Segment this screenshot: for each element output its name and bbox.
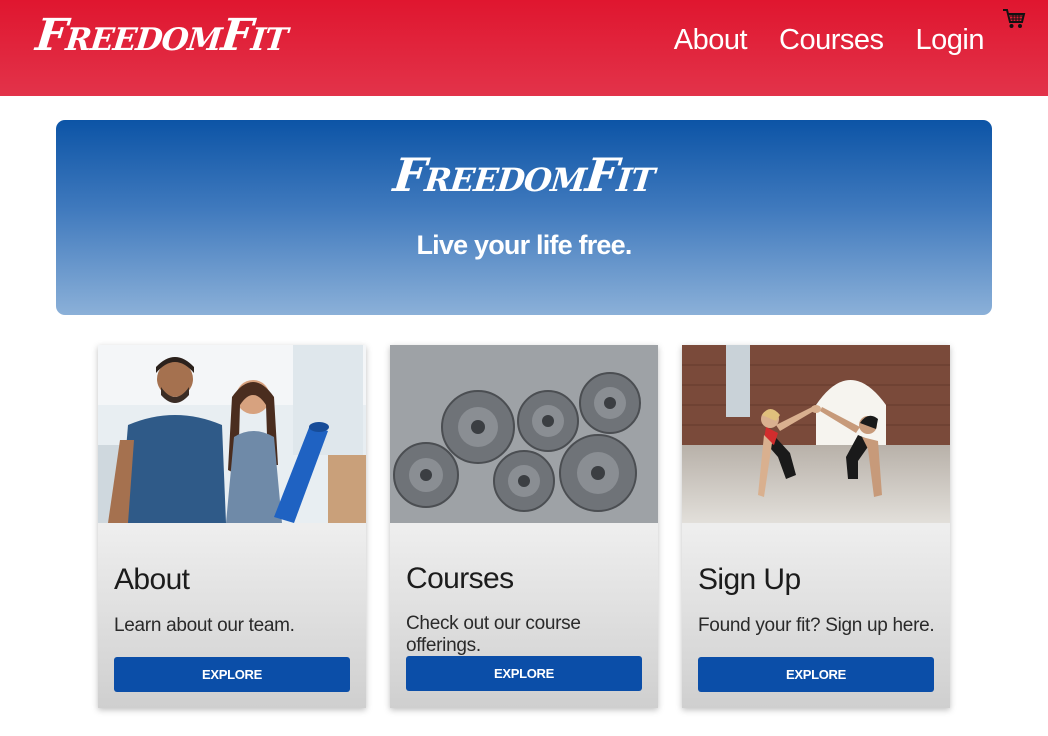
- card-text: Check out our course offerings.: [406, 613, 581, 656]
- explore-courses-button[interactable]: EXPLORE: [406, 656, 642, 691]
- card-title: Sign Up: [698, 563, 801, 596]
- navbar: FreedomFit About Courses Login: [0, 0, 1048, 96]
- couple-with-yoga-mat-photo: [98, 345, 366, 523]
- hero-title: FreedomFit: [390, 148, 658, 202]
- card-sign-up: Sign Up Found your fit? Sign up here. EX…: [682, 345, 950, 708]
- nav-link-about[interactable]: About: [674, 24, 748, 57]
- card-courses: Courses Check out our course offerings. …: [390, 345, 658, 708]
- card-text: Found your fit? Sign up here.: [698, 615, 935, 636]
- women-high-five-plank-photo: [682, 345, 950, 523]
- weight-plates-photo: [390, 345, 658, 523]
- card-title: About: [114, 563, 190, 596]
- hero-banner: FreedomFit Live your life free.: [56, 120, 992, 315]
- nav-links: About Courses Login: [674, 24, 985, 57]
- explore-sign-up-button[interactable]: EXPLORE: [698, 657, 934, 692]
- nav-link-courses[interactable]: Courses: [779, 24, 884, 57]
- card-title: Courses: [406, 562, 514, 595]
- explore-about-button[interactable]: EXPLORE: [114, 657, 350, 692]
- card-about: About Learn about our team. EXPLORE: [98, 345, 366, 708]
- card-text: Learn about our team.: [114, 615, 295, 636]
- hero-tagline: Live your life free.: [416, 230, 632, 260]
- shopping-cart-icon[interactable]: [1002, 8, 1026, 30]
- nav-link-login[interactable]: Login: [916, 24, 985, 57]
- brand-logo[interactable]: FreedomFit: [33, 10, 290, 61]
